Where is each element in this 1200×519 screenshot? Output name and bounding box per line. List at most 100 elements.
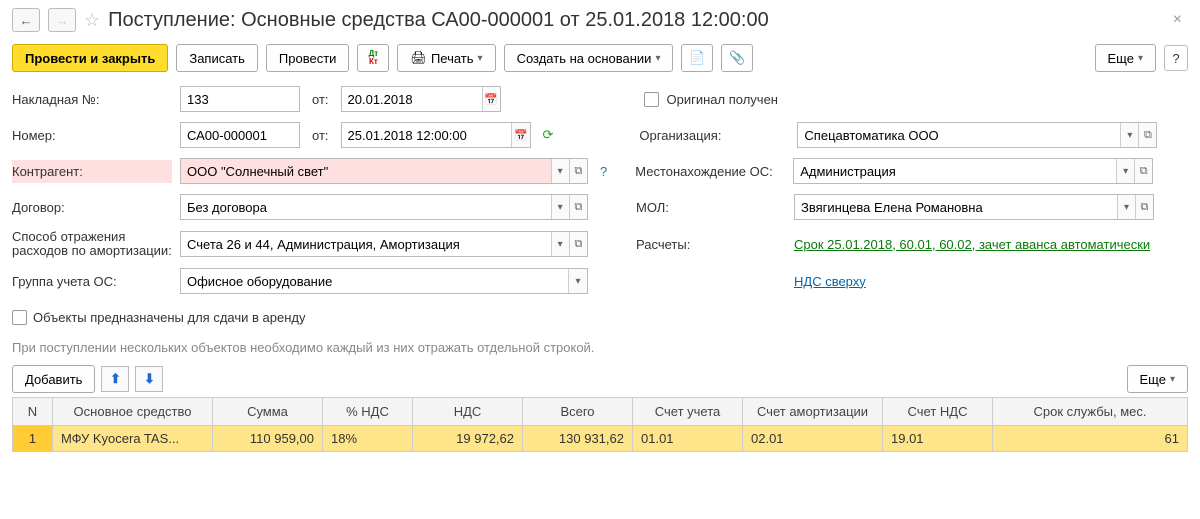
vat-link[interactable]: НДС сверху: [794, 274, 866, 289]
group-label: Группа учета ОС:: [12, 274, 172, 289]
col-n[interactable]: N: [13, 398, 53, 426]
contract-dropdown-button[interactable]: ▾: [551, 195, 569, 219]
amort-input-wrap[interactable]: ▾ ⧉: [180, 231, 588, 257]
move-up-button[interactable]: ⬆: [101, 366, 129, 392]
cell-vat[interactable]: 19 972,62: [413, 426, 523, 452]
print-button[interactable]: Печать: [397, 44, 495, 72]
post-button[interactable]: Провести: [266, 44, 350, 72]
location-input-wrap[interactable]: ▾ ⧉: [793, 158, 1153, 184]
amort-dropdown-button[interactable]: ▾: [551, 232, 569, 256]
mol-open-button[interactable]: ⧉: [1135, 195, 1153, 219]
amort-input[interactable]: [181, 232, 551, 256]
location-input[interactable]: [794, 159, 1116, 183]
cell-asset[interactable]: МФУ Kyocera TAS...: [53, 426, 213, 452]
mol-input[interactable]: [795, 195, 1117, 219]
invoice-no-label: Накладная №:: [12, 92, 172, 107]
assets-table: N Основное средство Сумма % НДС НДС Всег…: [12, 397, 1188, 452]
org-dropdown-button[interactable]: ▾: [1120, 123, 1138, 147]
col-vatacc[interactable]: Счет НДС: [883, 398, 993, 426]
calendar-icon: [514, 129, 528, 142]
invoice-date-input[interactable]: [342, 87, 482, 111]
org-input-wrap[interactable]: ▾ ⧉: [797, 122, 1157, 148]
col-sum[interactable]: Сумма: [213, 398, 323, 426]
nav-forward-button[interactable]: →: [48, 8, 76, 32]
col-vatpct[interactable]: % НДС: [323, 398, 413, 426]
original-received-label: Оригинал получен: [667, 92, 778, 107]
rent-label: Объекты предназначены для сдачи в аренду: [33, 310, 305, 325]
invoice-date-calendar-button[interactable]: [482, 87, 500, 111]
amort-label: Способ отражениярасходов по амортизации:: [12, 230, 172, 258]
save-button[interactable]: Записать: [176, 44, 258, 72]
mol-input-wrap[interactable]: ▾ ⧉: [794, 194, 1154, 220]
cell-sum[interactable]: 110 959,00: [213, 426, 323, 452]
cell-life[interactable]: 61: [993, 426, 1188, 452]
more-button[interactable]: Еще: [1095, 44, 1156, 72]
col-asset[interactable]: Основное средство: [53, 398, 213, 426]
mol-label: МОЛ:: [636, 200, 786, 215]
create-based-button[interactable]: Создать на основании: [504, 44, 674, 72]
original-received-checkbox[interactable]: [644, 92, 659, 107]
cell-vatpct[interactable]: 18%: [323, 426, 413, 452]
amort-open-button[interactable]: ⧉: [569, 232, 587, 256]
location-open-button[interactable]: ⧉: [1134, 159, 1152, 183]
counterparty-input-wrap[interactable]: ▾ ⧉: [180, 158, 588, 184]
contract-open-button[interactable]: ⧉: [569, 195, 587, 219]
table-more-button[interactable]: Еще: [1127, 365, 1188, 393]
calendar-icon: [484, 93, 498, 106]
add-row-button[interactable]: Добавить: [12, 365, 95, 393]
close-button[interactable]: ×: [1167, 11, 1188, 29]
doc-button[interactable]: [681, 44, 713, 72]
counterparty-help-icon[interactable]: ?: [600, 164, 607, 179]
calc-link[interactable]: Срок 25.01.2018, 60.01, 60.02, зачет ава…: [794, 237, 1150, 252]
calc-label: Расчеты:: [636, 237, 786, 252]
contract-input-wrap[interactable]: ▾ ⧉: [180, 194, 588, 220]
counterparty-label: Контрагент:: [12, 160, 172, 183]
dtkt-button[interactable]: ДтКт: [357, 44, 389, 72]
contract-label: Договор:: [12, 200, 172, 215]
cell-amortacc[interactable]: 02.01: [743, 426, 883, 452]
invoice-no-input[interactable]: [181, 87, 299, 111]
nav-back-button[interactable]: ←: [12, 8, 40, 32]
col-account[interactable]: Счет учета: [633, 398, 743, 426]
cell-total[interactable]: 130 931,62: [523, 426, 633, 452]
post-close-button[interactable]: Провести и закрыть: [12, 44, 168, 72]
help-button[interactable]: ?: [1164, 45, 1188, 71]
document-icon: [689, 50, 705, 66]
move-down-button[interactable]: ⬇: [135, 366, 163, 392]
counterparty-open-button[interactable]: ⧉: [569, 159, 587, 183]
invoice-date-input-wrap[interactable]: [341, 86, 501, 112]
paperclip-icon: [729, 50, 745, 66]
org-open-button[interactable]: ⧉: [1138, 123, 1156, 147]
col-amortacc[interactable]: Счет амортизации: [743, 398, 883, 426]
mol-dropdown-button[interactable]: ▾: [1117, 195, 1135, 219]
number-date-calendar-button[interactable]: [511, 123, 529, 147]
cell-n[interactable]: 1: [13, 426, 53, 452]
number-input-wrap[interactable]: [180, 122, 300, 148]
favorite-star-icon[interactable]: ☆: [84, 10, 100, 31]
group-input-wrap[interactable]: ▾: [180, 268, 588, 294]
cell-vatacc[interactable]: 19.01: [883, 426, 993, 452]
cell-account[interactable]: 01.01: [633, 426, 743, 452]
date-action-icon[interactable]: ⟳: [543, 127, 554, 143]
hint-text: При поступлении нескольких объектов необ…: [12, 340, 1188, 355]
counterparty-input[interactable]: [181, 159, 551, 183]
rent-checkbox[interactable]: [12, 310, 27, 325]
number-date-input-wrap[interactable]: [341, 122, 531, 148]
page-title: Поступление: Основные средства СА00-0000…: [108, 9, 1159, 32]
attach-button[interactable]: [721, 44, 753, 72]
print-label: Печать: [431, 51, 474, 66]
table-row[interactable]: 1 МФУ Kyocera TAS... 110 959,00 18% 19 9…: [13, 426, 1188, 452]
number-date-input[interactable]: [342, 123, 512, 147]
group-dropdown-button[interactable]: ▾: [568, 269, 587, 293]
counterparty-dropdown-button[interactable]: ▾: [551, 159, 569, 183]
group-input[interactable]: [181, 269, 568, 293]
invoice-no-input-wrap[interactable]: [180, 86, 300, 112]
col-vat[interactable]: НДС: [413, 398, 523, 426]
number-input[interactable]: [181, 123, 299, 147]
col-total[interactable]: Всего: [523, 398, 633, 426]
contract-input[interactable]: [181, 195, 551, 219]
number-label: Номер:: [12, 128, 172, 143]
location-dropdown-button[interactable]: ▾: [1116, 159, 1134, 183]
col-life[interactable]: Срок службы, мес.: [993, 398, 1188, 426]
org-input[interactable]: [798, 123, 1120, 147]
